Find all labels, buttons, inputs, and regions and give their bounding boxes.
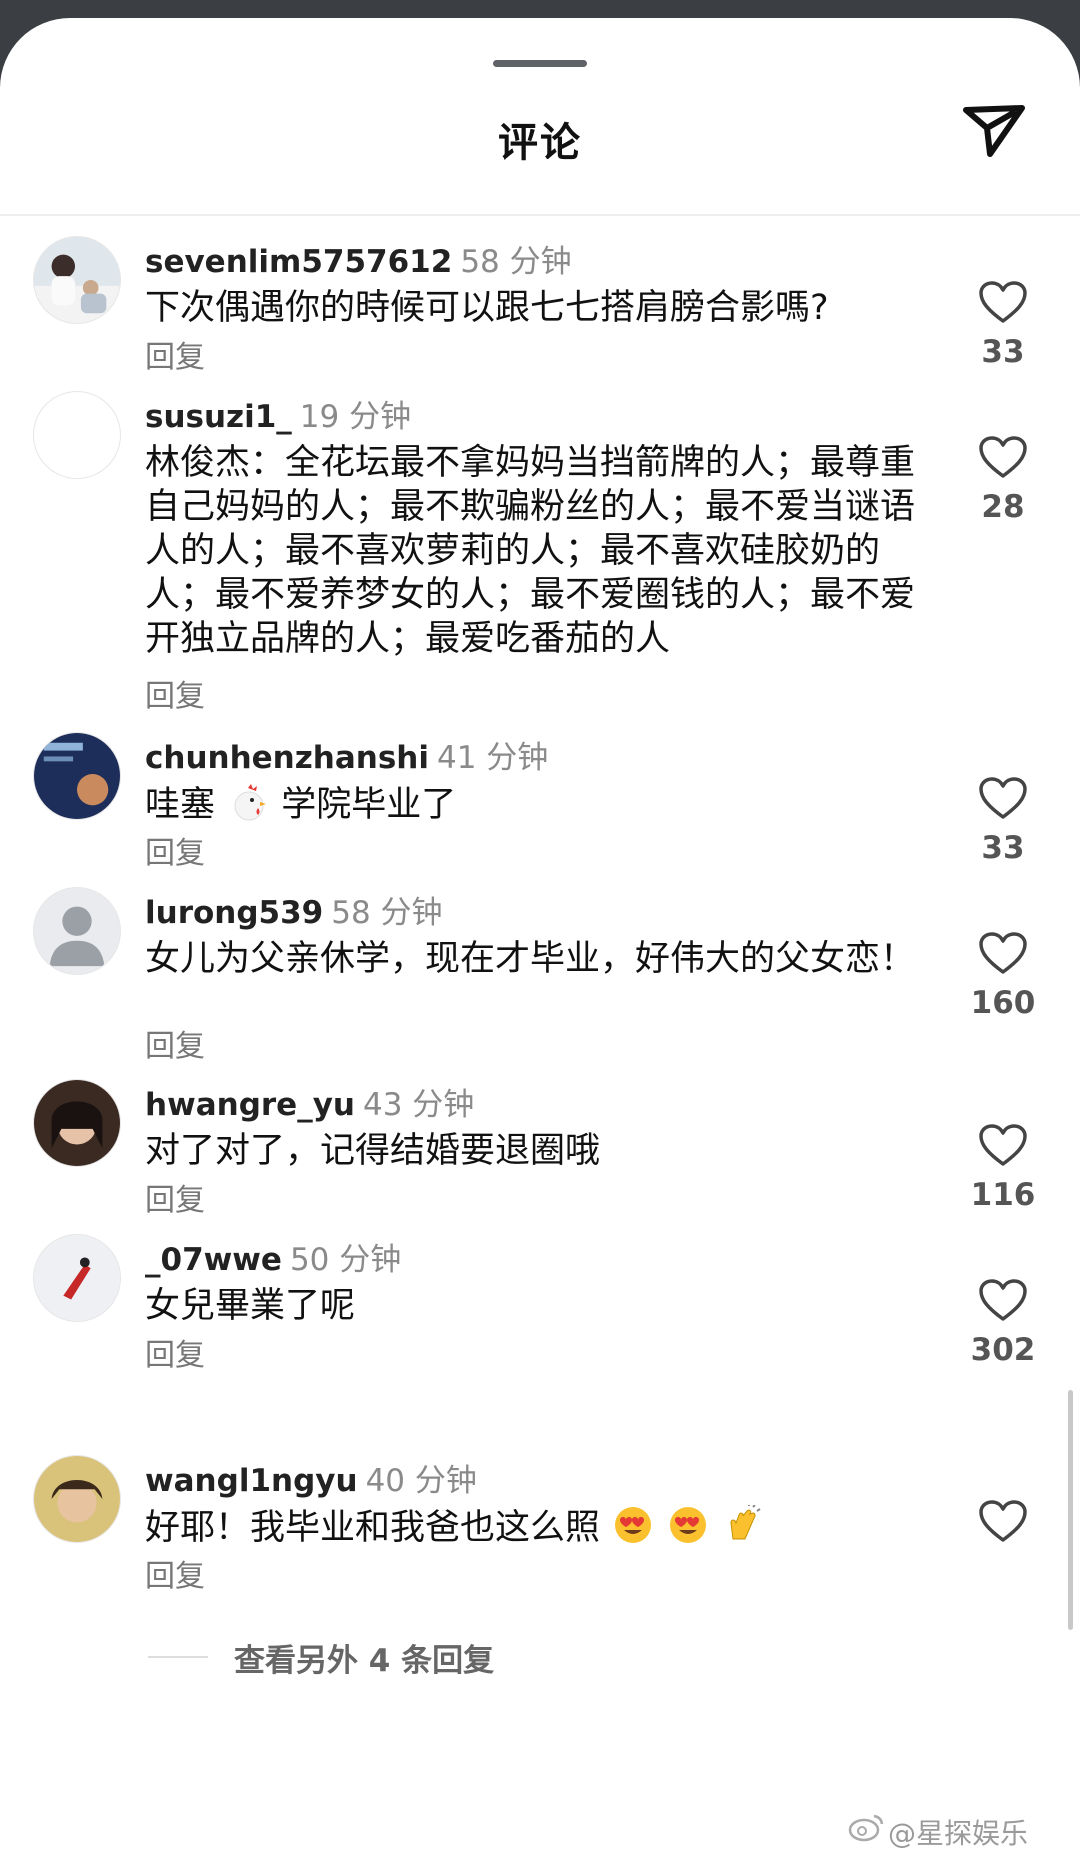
avatar[interactable] <box>33 732 121 820</box>
like-count: 28 <box>981 489 1025 525</box>
sheet-title: 评论 <box>498 120 582 166</box>
comment-text: 下次偶遇你的時候可以跟七七搭肩膀合影嗎? <box>145 288 829 328</box>
comment-meta: susuzi1_ 19 分钟 <box>145 391 411 436</box>
like-count: 116 <box>970 1177 1036 1213</box>
chicken-emoji <box>234 784 267 821</box>
avatar[interactable] <box>33 1234 121 1322</box>
drag-handle[interactable] <box>493 60 587 67</box>
watermark: @星探娱乐 <box>888 1817 1029 1850</box>
weibo-logo-icon <box>848 1814 884 1842</box>
like-count: 33 <box>981 830 1025 866</box>
comment-meta: _07wwe 50 分钟 <box>145 1234 401 1279</box>
heart-outline-icon[interactable] <box>978 1499 1028 1543</box>
more-replies-divider <box>148 1656 208 1658</box>
avatar[interactable] <box>33 1455 121 1543</box>
reply-button[interactable]: 回复 <box>145 332 205 376</box>
comment-text: 女兒畢業了呢 <box>145 1286 356 1326</box>
like-count: 33 <box>981 334 1025 370</box>
comment-meta: hwangre_yu 43 分钟 <box>145 1079 474 1124</box>
like-count: 302 <box>970 1332 1036 1368</box>
heart-outline-icon[interactable] <box>978 1278 1028 1322</box>
timestamp: 58 分钟 <box>331 895 443 931</box>
comment-meta: wangl1ngyu 40 分钟 <box>145 1455 477 1500</box>
heart-outline-icon[interactable] <box>978 435 1028 479</box>
comment-text-after: 学院毕业了 <box>281 785 457 825</box>
avatar[interactable] <box>33 236 121 324</box>
timestamp: 43 分钟 <box>362 1087 475 1123</box>
username[interactable]: sevenlim5757612 <box>145 244 452 280</box>
send-icon[interactable] <box>960 96 1028 164</box>
heart-outline-icon[interactable] <box>978 280 1028 324</box>
timestamp: 50 分钟 <box>289 1242 402 1278</box>
comment-meta: lurong539 58 分钟 <box>145 887 443 932</box>
timestamp: 19 分钟 <box>299 399 412 435</box>
heart-outline-icon[interactable] <box>978 931 1028 975</box>
comment-meta: sevenlim5757612 58 分钟 <box>145 236 572 281</box>
avatar[interactable] <box>33 1079 121 1167</box>
reply-button[interactable]: 回复 <box>145 1330 205 1374</box>
timestamp: 41 分钟 <box>437 740 549 776</box>
comment-text: 好耶！我毕业和我爸也这么照 <box>145 1505 915 1550</box>
comment-text-main: 好耶！我毕业和我爸也这么照 <box>145 1508 601 1548</box>
comment-meta: chunhenzhanshi 41 分钟 <box>145 732 548 777</box>
comment-text: 女儿为父亲休学，现在才毕业，好伟大的父女恋！ <box>145 939 916 979</box>
comment-text: 哇塞 学院毕业了 <box>145 782 915 827</box>
scrollbar[interactable] <box>1068 1390 1073 1630</box>
username[interactable]: lurong539 <box>145 895 323 931</box>
reply-button[interactable]: 回复 <box>145 1175 205 1219</box>
reply-button[interactable]: 回复 <box>145 828 205 872</box>
clapping-hands-emoji <box>730 1505 761 1540</box>
comment-text: 林俊杰：全花坛最不拿妈妈当挡箭牌的人；最尊重自己妈妈的人；最不欺骗粉丝的人；最不… <box>145 443 916 659</box>
heart-eyes-emoji <box>615 1507 652 1543</box>
view-more-replies-button[interactable]: 查看另外 4 条回复 <box>234 1635 494 1680</box>
username[interactable]: hwangre_yu <box>145 1087 355 1123</box>
comment-text-before: 哇塞 <box>145 785 216 825</box>
username[interactable]: susuzi1_ <box>145 399 292 435</box>
reply-button[interactable]: 回复 <box>145 1551 205 1595</box>
avatar[interactable] <box>33 391 121 479</box>
reply-button[interactable]: 回复 <box>145 671 205 715</box>
header-divider <box>0 214 1080 216</box>
reply-button[interactable]: 回复 <box>145 1021 205 1065</box>
username[interactable]: _07wwe <box>145 1242 282 1278</box>
username[interactable]: chunhenzhanshi <box>145 740 429 776</box>
heart-eyes-emoji <box>670 1507 707 1543</box>
heart-outline-icon[interactable] <box>978 776 1028 820</box>
avatar[interactable] <box>33 887 121 975</box>
comments-sheet: 评论 sevenlim5757612 58 分钟 下次偶遇你的時候可以跟七七搭肩膀… <box>0 18 1080 1858</box>
heart-outline-icon[interactable] <box>978 1123 1028 1167</box>
timestamp: 58 分钟 <box>460 244 572 280</box>
comment-text: 对了对了，记得结婚要退圈哦 <box>145 1131 601 1171</box>
username[interactable]: wangl1ngyu <box>145 1463 358 1499</box>
timestamp: 40 分钟 <box>365 1463 477 1499</box>
like-count: 160 <box>970 985 1036 1021</box>
